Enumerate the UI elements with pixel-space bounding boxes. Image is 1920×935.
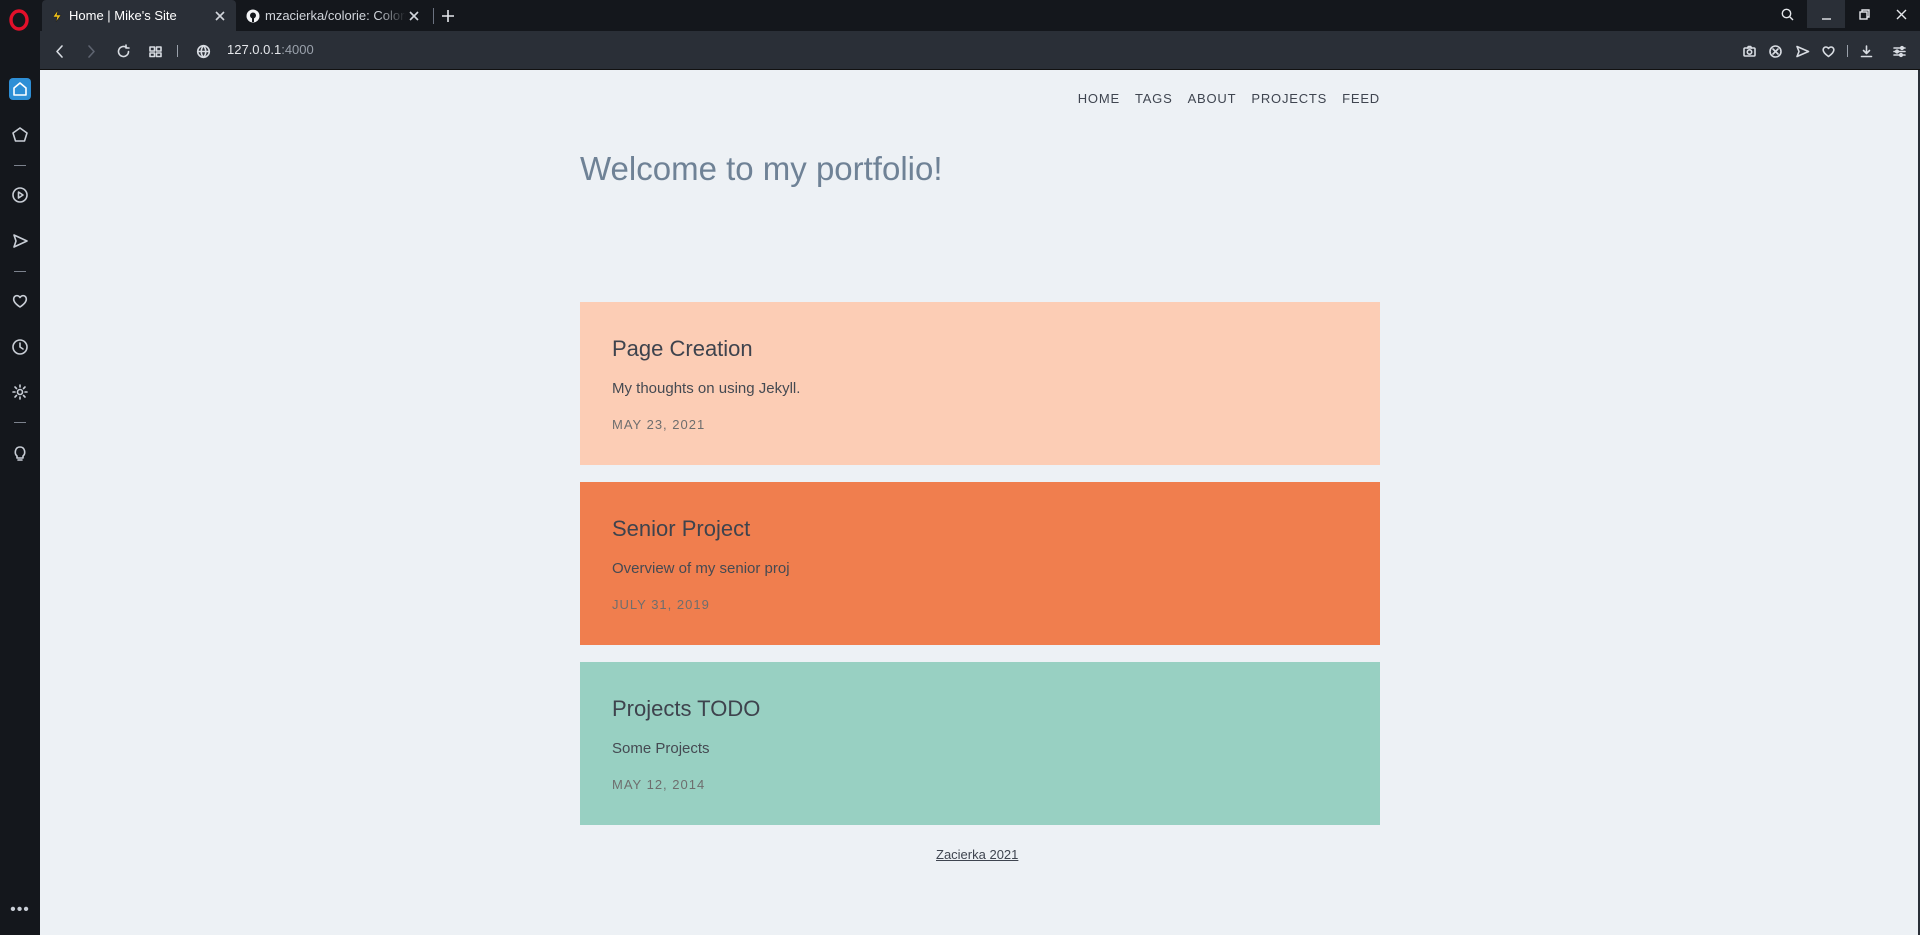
- restore-window-icon[interactable]: [1845, 0, 1883, 28]
- post-date: MAY 23, 2021: [612, 417, 706, 432]
- github-favicon-icon: [246, 9, 260, 23]
- bookmarks-icon[interactable]: [9, 124, 31, 146]
- opera-logo-icon[interactable]: [9, 9, 29, 31]
- post-card[interactable]: Projects TODO Some Projects MAY 12, 2014: [580, 662, 1380, 825]
- flow-send-icon[interactable]: [9, 230, 31, 252]
- address-bar: 127.0.0.1:4000: [40, 31, 1920, 70]
- post-date: MAY 12, 2014: [612, 777, 706, 792]
- snapshot-camera-icon[interactable]: [1738, 40, 1760, 62]
- web-page: HOME TAGS ABOUT PROJECTS FEED Welcome to…: [40, 70, 1920, 935]
- history-clock-icon[interactable]: [9, 336, 31, 358]
- heart-bookmark-icon[interactable]: [1817, 40, 1839, 62]
- home-icon[interactable]: [9, 78, 31, 100]
- easy-setup-sliders-icon[interactable]: [1888, 40, 1910, 62]
- sidebar-divider: [14, 165, 26, 166]
- url-host: 127.0.0.1: [227, 42, 282, 57]
- tab-close-icon[interactable]: [406, 8, 422, 24]
- nav-home-link[interactable]: HOME: [1078, 91, 1120, 106]
- post-excerpt: Some Projects: [612, 740, 710, 757]
- back-arrow-icon[interactable]: [48, 40, 70, 62]
- post-date: JULY 31, 2019: [612, 597, 710, 612]
- new-tab-plus-icon[interactable]: [438, 6, 458, 26]
- heart-icon[interactable]: [9, 290, 31, 312]
- post-card[interactable]: Page Creation My thoughts on using Jekyl…: [580, 302, 1380, 465]
- nav-about-link[interactable]: ABOUT: [1188, 91, 1237, 106]
- nav-feed-link[interactable]: FEED: [1342, 91, 1380, 106]
- post-title[interactable]: Page Creation: [612, 336, 1348, 362]
- address-divider: [177, 45, 178, 57]
- page-title: Welcome to my portfolio!: [580, 150, 943, 187]
- more-dots-icon[interactable]: •••: [8, 902, 32, 921]
- minimize-window-icon[interactable]: [1807, 0, 1845, 28]
- lightbulb-icon[interactable]: [9, 442, 31, 464]
- send-to-flow-icon[interactable]: [1791, 40, 1813, 62]
- browser-sidebar: •••: [0, 0, 40, 935]
- tab-close-icon[interactable]: [212, 8, 228, 24]
- nav-projects-link[interactable]: PROJECTS: [1251, 91, 1327, 106]
- tab-grid-icon[interactable]: [144, 40, 166, 62]
- tab-github[interactable]: mzacierka/colorie: Colorie: [238, 0, 430, 31]
- toolbar-divider: [1847, 45, 1848, 57]
- close-window-icon[interactable]: [1882, 0, 1920, 28]
- tab-strip: Home | Mike's Site mzacierka/colorie: Co…: [40, 0, 1920, 31]
- url-field[interactable]: 127.0.0.1:4000: [227, 42, 314, 57]
- search-tabs-icon[interactable]: [1768, 0, 1806, 28]
- footer-link[interactable]: Zacierka 2021: [936, 847, 1018, 862]
- post-title[interactable]: Senior Project: [612, 516, 1348, 542]
- lightning-favicon-icon: [50, 9, 64, 23]
- tab-title: Home | Mike's Site: [69, 8, 177, 23]
- forward-arrow-icon[interactable]: [80, 40, 102, 62]
- site-nav: HOME TAGS ABOUT PROJECTS FEED: [1078, 91, 1380, 106]
- post-excerpt: Overview of my senior proj: [612, 560, 790, 577]
- post-excerpt: My thoughts on using Jekyll.: [612, 380, 801, 397]
- post-title[interactable]: Projects TODO: [612, 696, 1348, 722]
- reload-icon[interactable]: [112, 40, 134, 62]
- site-info-globe-icon[interactable]: [192, 40, 214, 62]
- download-icon[interactable]: [1855, 40, 1877, 62]
- sidebar-divider: [14, 271, 26, 272]
- tab-title: mzacierka/colorie: Colorie: [265, 8, 406, 23]
- tab-divider: [433, 8, 434, 24]
- nav-tags-link[interactable]: TAGS: [1135, 91, 1173, 106]
- tab-home[interactable]: Home | Mike's Site: [42, 0, 236, 31]
- url-port: :4000: [281, 42, 314, 57]
- sidebar-divider: [14, 422, 26, 423]
- player-icon[interactable]: [9, 184, 31, 206]
- adblock-icon[interactable]: [1764, 40, 1786, 62]
- post-card[interactable]: Senior Project Overview of my senior pro…: [580, 482, 1380, 645]
- settings-gear-icon[interactable]: [9, 381, 31, 403]
